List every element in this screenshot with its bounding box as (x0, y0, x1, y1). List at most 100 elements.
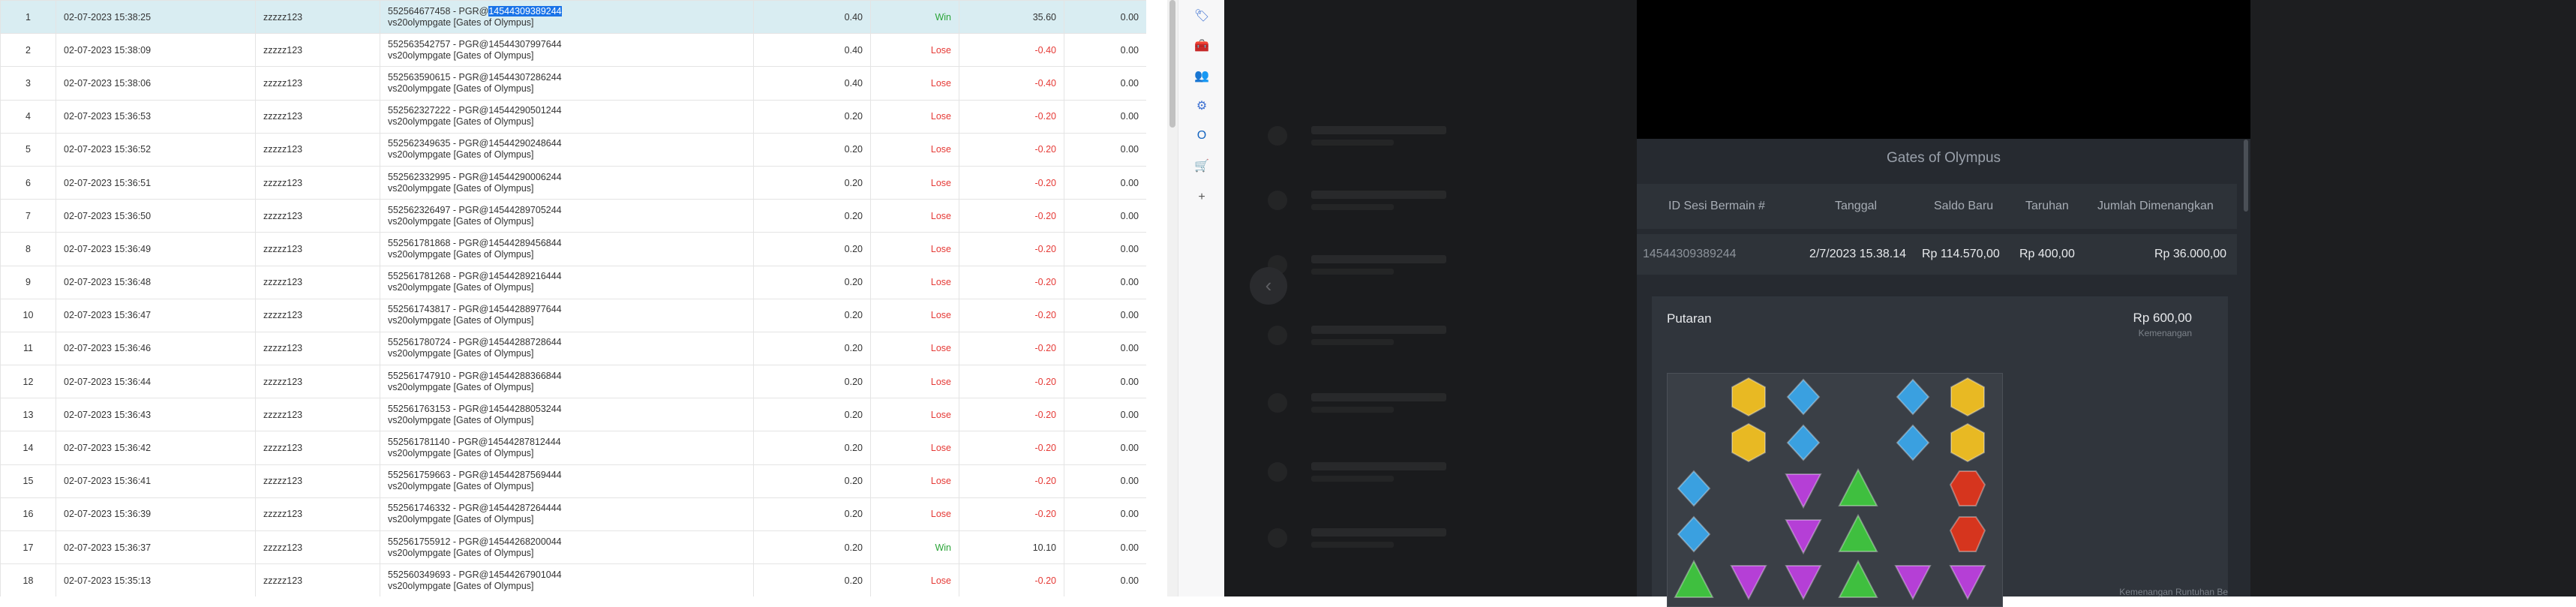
row-result: Lose (870, 165, 959, 200)
row-bet: 0.40 (753, 0, 871, 35)
background-list-item (1268, 459, 1583, 485)
round-id[interactable]: 14544268200044 (488, 536, 561, 547)
round-id[interactable]: 14544309389244 (488, 5, 562, 17)
blue-diamond-gem-icon (1677, 470, 1711, 507)
table-row[interactable]: 6 02-07-2023 15:36:51 zzzzz123 552562332995… (0, 165, 1146, 200)
summary-data-row[interactable]: 14544309389244 2/7/2023 15.38.14 Rp 114.… (1637, 234, 2237, 275)
row-bet: 0.20 (753, 497, 871, 532)
table-scrollbar[interactable] (1167, 0, 1178, 596)
transaction-ref: 552563590615 - PGR@ (388, 71, 489, 83)
row-game-info: 552561747910 - PGR@14544288366844 vs20oly… (380, 365, 754, 399)
row-bet: 0.20 (753, 331, 871, 366)
row-extra: 0.00 (1064, 298, 1146, 332)
round-id[interactable]: 14544287264444 (488, 503, 561, 513)
table-row[interactable]: 11 02-07-2023 15:36:46 zzzzz123 55256178072… (0, 331, 1146, 366)
toolbox-icon[interactable]: 🧰 (1192, 36, 1211, 56)
purple-triangle-gem-icon (1949, 565, 1986, 601)
round-id[interactable]: 14544267901044 (488, 569, 561, 580)
round-id[interactable]: 14544290501244 (488, 105, 561, 116)
table-row[interactable]: 12 02-07-2023 15:36:44 zzzzz123 55256174791… (0, 365, 1146, 399)
round-id[interactable]: 14544290006244 (488, 172, 561, 182)
header-date: Tanggal (1835, 200, 1878, 212)
round-id[interactable]: 14544289456844 (488, 238, 561, 248)
modal-scrollbar[interactable] (2244, 140, 2248, 212)
row-game-info: 552560349693 - PGR@14544267901044 vs20oly… (380, 563, 754, 596)
settings-icon[interactable]: ⚙ (1192, 96, 1211, 116)
table-row[interactable]: 4 02-07-2023 15:36:53 zzzzz123 552562327222… (0, 99, 1146, 134)
round-id[interactable]: 14544287812444 (488, 437, 560, 447)
row-number: 14 (0, 431, 56, 465)
row-time: 02-07-2023 15:36:53 (56, 99, 256, 134)
row-bet: 0.20 (753, 165, 871, 200)
row-extra: 0.00 (1064, 530, 1146, 565)
row-result: Lose (870, 199, 959, 233)
tag-icon[interactable]: 🏷 (1192, 6, 1211, 26)
row-winloss: -0.20 (959, 464, 1064, 498)
green-triangle-gem-icon (1838, 559, 1878, 598)
transaction-ref: 552562327222 - PGR@ (388, 105, 489, 116)
row-username: zzzzz123 (255, 365, 380, 399)
outlook-icon[interactable]: O (1192, 126, 1211, 146)
table-row[interactable]: 13 02-07-2023 15:36:43 zzzzz123 55256176315… (0, 398, 1146, 432)
table-row[interactable]: 8 02-07-2023 15:36:49 zzzzz123 552561781868… (0, 232, 1146, 266)
balance-value: Rp 114.570,00 (1922, 248, 2000, 260)
round-id[interactable]: 14544288053244 (488, 404, 561, 414)
table-row[interactable]: 9 02-07-2023 15:36:48 zzzzz123 552561781268… (0, 265, 1146, 299)
round-id[interactable]: 14544290248644 (488, 138, 561, 149)
round-id[interactable]: 14544289705244 (488, 205, 561, 215)
row-time: 02-07-2023 15:36:47 (56, 298, 256, 332)
back-arrow-button[interactable]: ‹ (1250, 267, 1287, 305)
table-row[interactable]: 1 02-07-2023 15:38:25 zzzzz123 552564677458… (0, 0, 1146, 35)
row-extra: 0.00 (1064, 365, 1146, 399)
table-row[interactable]: 16 02-07-2023 15:36:39 zzzzz123 55256174633… (0, 497, 1146, 532)
round-id[interactable]: 14544287569444 (488, 470, 561, 480)
game-code: vs20olympgate [Gates of Olympus] (388, 448, 534, 459)
round-id[interactable]: 14544288366844 (488, 371, 561, 381)
game-code: vs20olympgate [Gates of Olympus] (388, 547, 534, 558)
reel-grid (1667, 373, 2003, 607)
transaction-ref: 552562349635 - PGR@ (388, 138, 489, 149)
row-game-info: 552561759663 - PGR@14544287569444 vs20oly… (380, 464, 754, 498)
transaction-ref: 552564677458 - PGR@ (388, 5, 489, 17)
table-row[interactable]: 3 02-07-2023 15:38:06 zzzzz123 552563590615… (0, 66, 1146, 101)
row-username: zzzzz123 (255, 265, 380, 299)
row-username: zzzzz123 (255, 199, 380, 233)
add-icon[interactable]: + (1192, 188, 1211, 207)
row-time: 02-07-2023 15:38:06 (56, 66, 256, 101)
row-game-info: 552561746332 - PGR@14544287264444 vs20oly… (380, 497, 754, 532)
total-win-value: Rp 36.000,00 (2154, 248, 2227, 260)
game-code: vs20olympgate [Gates of Olympus] (388, 83, 534, 94)
round-id[interactable]: 14544307997644 (488, 39, 561, 50)
round-label: Putaran (1667, 311, 1712, 326)
table-row[interactable]: 10 02-07-2023 15:36:47 zzzzz123 55256174381… (0, 298, 1146, 332)
round-id[interactable]: 14544307286244 (488, 72, 561, 83)
people-icon[interactable]: 👥 (1192, 66, 1211, 86)
bet-value: Rp 400,00 (2019, 248, 2075, 260)
table-row[interactable]: 18 02-07-2023 15:35:13 zzzzz123 55256034969… (0, 563, 1146, 596)
row-winloss: 10.10 (959, 530, 1064, 565)
blue-diamond-gem-icon (1786, 378, 1821, 416)
background-list-item (1268, 323, 1583, 348)
row-winloss: -0.20 (959, 265, 1064, 299)
row-extra: 0.00 (1064, 398, 1146, 432)
row-number: 1 (0, 0, 56, 35)
table-row[interactable]: 14 02-07-2023 15:36:42 zzzzz123 55256178114… (0, 431, 1146, 465)
shopping-cart-icon[interactable]: 🛒 (1192, 156, 1211, 176)
table-row[interactable]: 17 02-07-2023 15:36:37 zzzzz123 55256175591… (0, 530, 1146, 565)
row-username: zzzzz123 (255, 331, 380, 366)
row-username: zzzzz123 (255, 132, 380, 167)
round-id[interactable]: 14544288977644 (488, 304, 561, 314)
round-id[interactable]: 14544288728644 (488, 337, 561, 347)
table-row[interactable]: 7 02-07-2023 15:36:50 zzzzz123 552562326497… (0, 199, 1146, 233)
row-bet: 0.40 (753, 33, 871, 68)
table-row[interactable]: 5 02-07-2023 15:36:52 zzzzz123 552562349635… (0, 132, 1146, 167)
transaction-ref: 552561759663 - PGR@ (388, 470, 489, 481)
table-row[interactable]: 2 02-07-2023 15:38:09 zzzzz123 552563542757… (0, 33, 1146, 68)
row-username: zzzzz123 (255, 66, 380, 101)
round-win-caption: Kemenangan (2138, 328, 2192, 338)
scrollbar-thumb[interactable] (1169, 0, 1175, 128)
modal-title: Gates of Olympus (1886, 150, 2001, 166)
transaction-ref: 552561746332 - PGR@ (388, 503, 489, 514)
round-id[interactable]: 14544289216444 (488, 271, 561, 281)
table-row[interactable]: 15 02-07-2023 15:36:41 zzzzz123 55256175966… (0, 464, 1146, 498)
